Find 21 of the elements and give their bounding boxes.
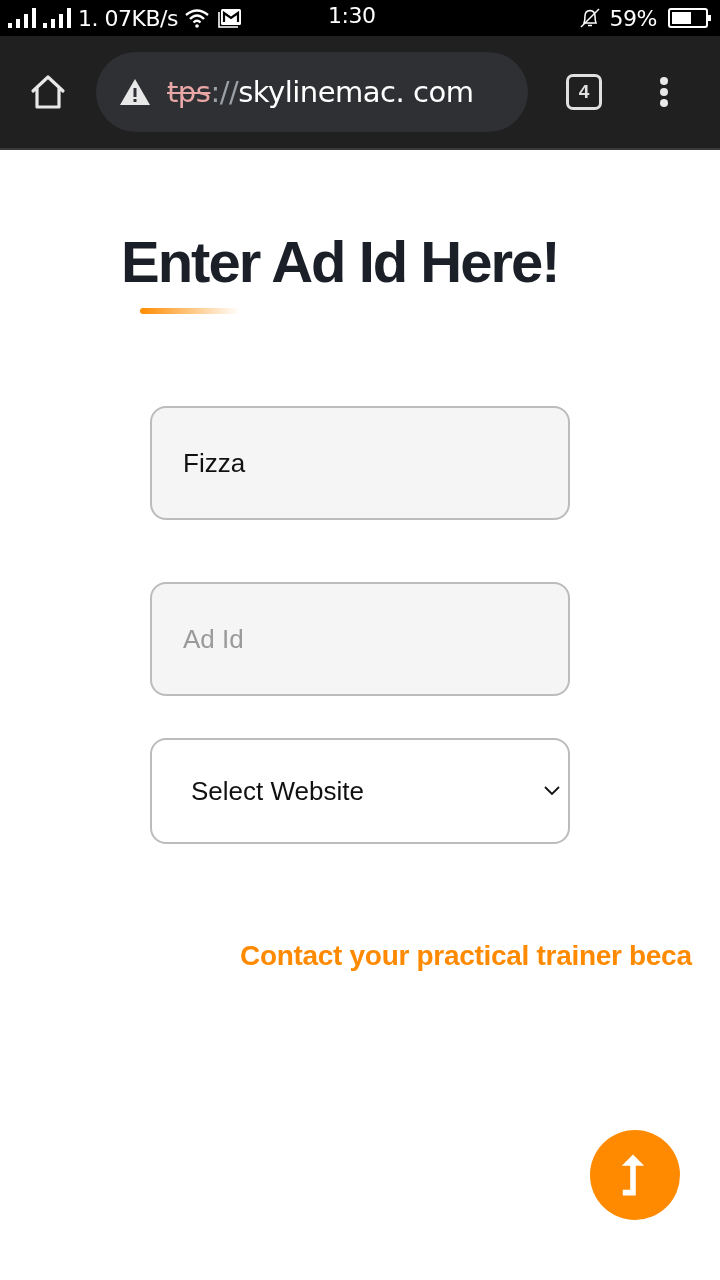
battery-percent: 59% xyxy=(609,5,657,31)
wifi-icon xyxy=(184,8,209,28)
website-select[interactable]: Select Website xyxy=(150,738,570,844)
address-bar[interactable]: tps://skylinemac. com xyxy=(96,52,528,132)
signal-icon xyxy=(8,8,38,28)
warning-icon xyxy=(119,78,151,106)
battery-icon xyxy=(668,8,712,28)
text-field[interactable]: Ad Id xyxy=(150,582,570,696)
tab-count-button[interactable]: 4 xyxy=(566,74,602,110)
text-field[interactable]: Fizza xyxy=(150,406,570,520)
mail-icon xyxy=(217,8,242,28)
network-speed: 1. 07KB/s xyxy=(78,5,178,31)
clock-time: 1:30 xyxy=(328,3,376,28)
notice-text: Contact your practical trainer beca xyxy=(240,939,692,973)
bell-off-icon xyxy=(578,7,601,29)
home-icon[interactable] xyxy=(30,74,66,110)
chevron-down-icon xyxy=(544,786,560,796)
page-heading: Enter Ad Id Here! xyxy=(121,230,559,294)
signal-icon xyxy=(43,8,73,28)
arrow-up-icon xyxy=(620,1154,646,1196)
menu-icon[interactable] xyxy=(659,77,669,107)
